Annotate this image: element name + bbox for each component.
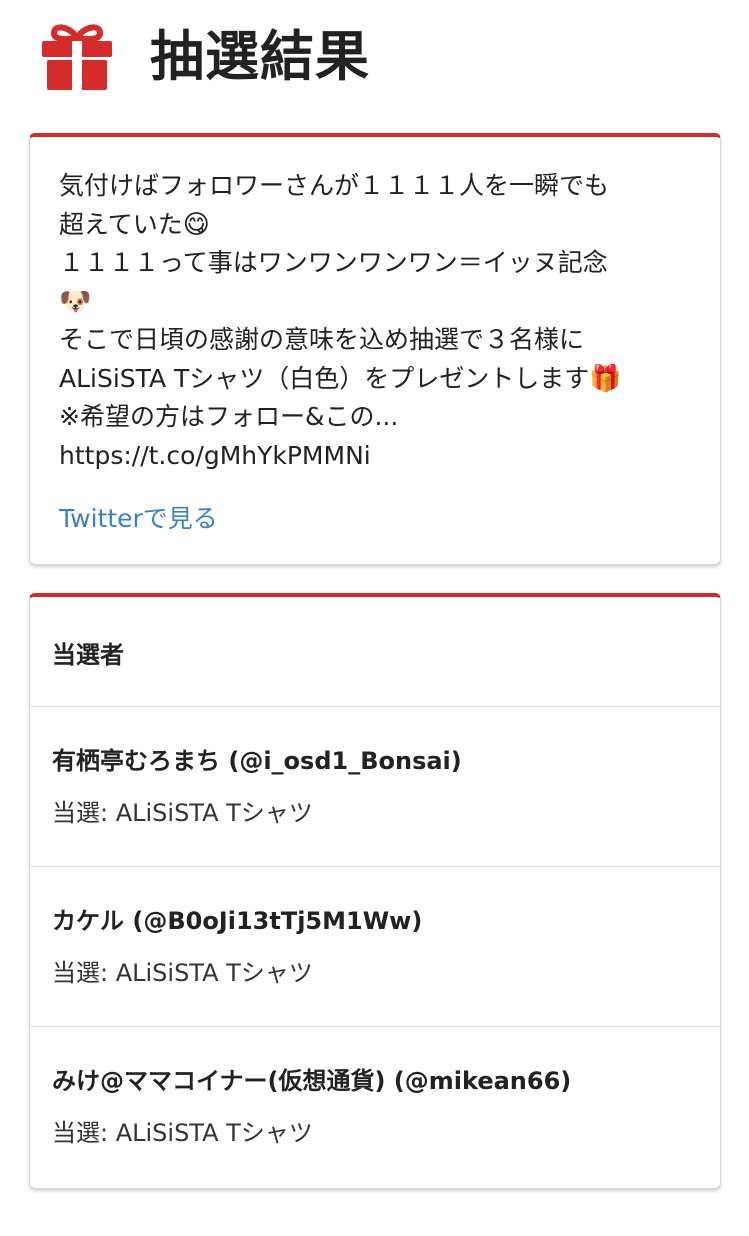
tweet-line: 超えていた😋 bbox=[59, 209, 210, 240]
winner-row: カケル (@B0oJi13tTj5M1Ww) 当選: ALiSiSTA Tシャツ bbox=[30, 867, 720, 1027]
tweet-url[interactable]: https://t.co/gMhYkPMMNi bbox=[59, 437, 699, 476]
winner-row: 有栖亭むろまち (@i_osd1_Bonsai) 当選: ALiSiSTA Tシ… bbox=[30, 707, 720, 867]
tweet-text: 気付けばフォロワーさんが１１１１人を一瞬でも 超えていた😋 １１１１って事はワン… bbox=[59, 167, 699, 475]
page-title: 抽選結果 bbox=[150, 25, 370, 88]
gift-emoji-icon: 🎁 bbox=[589, 363, 622, 394]
tweet-line: 🐶 bbox=[59, 283, 699, 322]
winners-header: 当選者 bbox=[30, 597, 720, 707]
yum-face-emoji-icon: 😋 bbox=[182, 209, 210, 240]
winner-prize: 当選: ALiSiSTA Tシャツ bbox=[52, 959, 313, 987]
winner-name: カケル (@B0oJi13tTj5M1Ww) bbox=[52, 907, 423, 935]
winners-title: 当選者 bbox=[52, 641, 124, 669]
winner-name: 有栖亭むろまち (@i_osd1_Bonsai) bbox=[52, 747, 462, 775]
winner-row: みけ@ママコイナー(仮想通貨) (@mikean66) 当選: ALiSiSTA… bbox=[30, 1027, 720, 1187]
gift-icon bbox=[42, 24, 112, 90]
tweet-card: 気付けばフォロワーさんが１１１１人を一瞬でも 超えていた😋 １１１１って事はワン… bbox=[29, 133, 721, 565]
tweet-line: ALiSiSTA Tシャツ（白色）をプレゼントします🎁 bbox=[59, 363, 622, 394]
tweet-line: そこで日頃の感謝の意味を込め抽選で３名様に bbox=[59, 325, 585, 354]
tweet-line: ※希望の方はフォロー&この... bbox=[59, 402, 399, 431]
winner-name: みけ@ママコイナー(仮想通貨) (@mikean66) bbox=[52, 1067, 572, 1095]
winner-prize: 当選: ALiSiSTA Tシャツ bbox=[52, 799, 313, 827]
tweet-line: 気付けばフォロワーさんが１１１１人を一瞬でも bbox=[59, 171, 610, 200]
winner-prize: 当選: ALiSiSTA Tシャツ bbox=[52, 1119, 313, 1147]
dog-face-emoji-icon: 🐶 bbox=[59, 286, 92, 317]
page-header: 抽選結果 bbox=[0, 0, 749, 118]
view-on-twitter-link[interactable]: Twitterで見る bbox=[59, 501, 218, 537]
tweet-line: １１１１って事はワンワンワンワン＝イッヌ記念 bbox=[59, 248, 608, 277]
winners-card: 当選者 有栖亭むろまち (@i_osd1_Bonsai) 当選: ALiSiST… bbox=[29, 593, 721, 1189]
